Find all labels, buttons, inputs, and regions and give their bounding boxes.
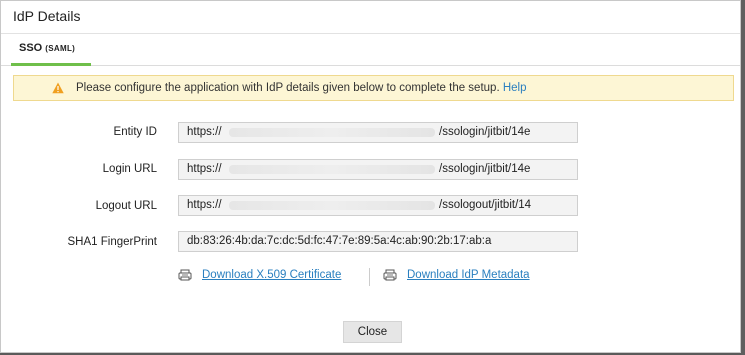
entity-id-label: Entity ID xyxy=(113,126,157,138)
redacted-host xyxy=(229,165,435,174)
backdrop-edge xyxy=(741,0,745,355)
download-certificate-label: Download X.509 Certificate xyxy=(202,269,342,281)
download-metadata-label: Download IdP Metadata xyxy=(407,269,530,281)
tab-sublabel: (SAML) xyxy=(45,44,76,53)
sha1-fingerprint-field[interactable]: db:83:26:4b:da:7c:dc:5d:fc:47:7e:89:5a:4… xyxy=(178,231,578,252)
active-tab-indicator xyxy=(11,63,91,66)
tab-label: SSO xyxy=(19,42,43,54)
redacted-host xyxy=(229,201,435,210)
login-url-field[interactable]: https:// /ssologin/jitbit/14e xyxy=(178,159,578,180)
field-suffix: /ssologin/jitbit/14e xyxy=(439,163,531,175)
download-certificate-link[interactable]: Download X.509 Certificate xyxy=(178,269,341,281)
redacted-host xyxy=(229,128,435,137)
field-suffix: /ssologin/jitbit/14e xyxy=(439,126,531,138)
metadata-download-icon xyxy=(383,269,397,281)
fingerprint-value: db:83:26:4b:da:7c:dc:5d:fc:47:7e:89:5a:4… xyxy=(187,235,492,247)
warning-icon xyxy=(52,82,64,94)
logout-url-field[interactable]: https:// /ssologout/jitbit/14 xyxy=(178,195,578,216)
certificate-download-icon xyxy=(178,269,192,281)
field-suffix: /ssologout/jitbit/14 xyxy=(439,199,532,211)
link-separator xyxy=(369,268,370,286)
download-metadata-link[interactable]: Download IdP Metadata xyxy=(383,269,530,281)
help-link[interactable]: Help xyxy=(503,82,527,94)
sha1-fingerprint-label: SHA1 FingerPrint xyxy=(67,236,157,248)
tab-bar: SSO (SAML) xyxy=(1,34,740,66)
logout-url-label: Logout URL xyxy=(95,200,157,212)
entity-id-field[interactable]: https:// /ssologin/jitbit/14e xyxy=(178,122,578,143)
close-button[interactable]: Close xyxy=(343,321,402,343)
notice-text: Please configure the application with Id… xyxy=(76,82,500,94)
field-prefix: https:// xyxy=(187,199,222,211)
login-url-label: Login URL xyxy=(102,163,157,175)
tab-sso-saml[interactable]: SSO (SAML) xyxy=(11,34,83,66)
setup-notice: Please configure the application with Id… xyxy=(13,75,734,101)
field-prefix: https:// xyxy=(187,163,222,175)
field-prefix: https:// xyxy=(187,126,222,138)
dialog-title: IdP Details xyxy=(13,8,81,24)
idp-details-dialog: IdP Details SSO (SAML) Please configure … xyxy=(0,0,741,353)
